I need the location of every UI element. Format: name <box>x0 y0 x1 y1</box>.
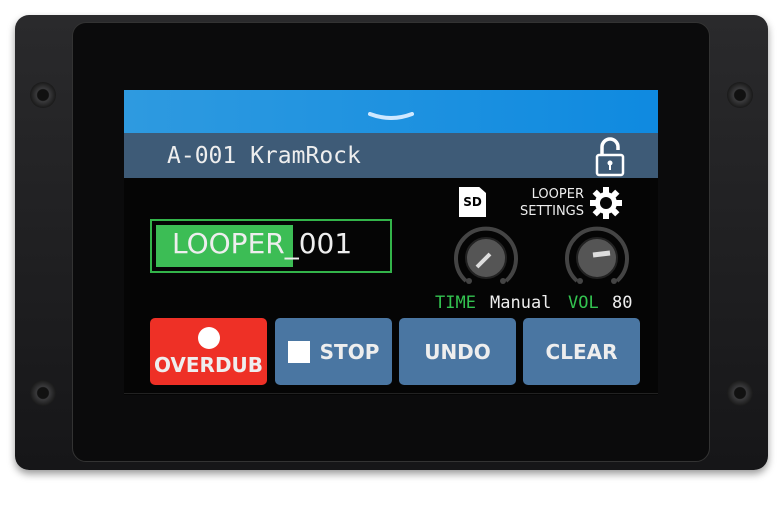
stop-icon <box>287 340 310 363</box>
file-name-rest: _001 <box>284 227 353 260</box>
clear-button[interactable]: CLEAR <box>523 318 640 385</box>
top-bar[interactable] <box>124 90 658 133</box>
screw-icon <box>727 82 753 108</box>
touch-screen: A-001 KramRock SD LOOPER SETTINGS LOOPER_… <box>124 90 658 395</box>
gear-icon[interactable] <box>590 187 622 219</box>
overdub-button[interactable]: OVERDUB <box>150 318 267 385</box>
undo-button[interactable]: UNDO <box>399 318 516 385</box>
vol-value: 80 <box>612 293 633 313</box>
volume-knob[interactable] <box>562 223 632 293</box>
chevron-down-icon[interactable] <box>368 112 414 120</box>
file-name-selected: LOOPER <box>172 227 285 260</box>
file-name-field[interactable]: LOOPER_001 <box>150 219 392 273</box>
clear-label: CLEAR <box>545 339 618 364</box>
sd-card-icon: SD <box>459 187 486 217</box>
looper-settings-label[interactable]: LOOPER SETTINGS <box>504 186 584 220</box>
settings-label-line1: LOOPER <box>531 187 584 202</box>
time-value: Manual <box>490 293 552 313</box>
settings-label-line2: SETTINGS <box>519 204 584 219</box>
stop-label: STOP <box>319 339 380 364</box>
screw-icon <box>30 380 56 406</box>
stop-button[interactable]: STOP <box>275 318 392 385</box>
unlocked-padlock-icon[interactable] <box>594 137 626 177</box>
screw-icon <box>30 82 56 108</box>
vol-label: VOL <box>568 293 599 313</box>
divider <box>124 393 658 394</box>
patch-title: A-001 KramRock <box>167 143 361 169</box>
record-icon <box>197 326 220 349</box>
patch-title-bar[interactable]: A-001 KramRock <box>124 133 658 178</box>
overdub-label: OVERDUB <box>153 352 264 377</box>
undo-label: UNDO <box>424 339 491 364</box>
screw-icon <box>727 380 753 406</box>
time-knob[interactable] <box>451 223 521 293</box>
time-label: TIME <box>435 293 476 313</box>
